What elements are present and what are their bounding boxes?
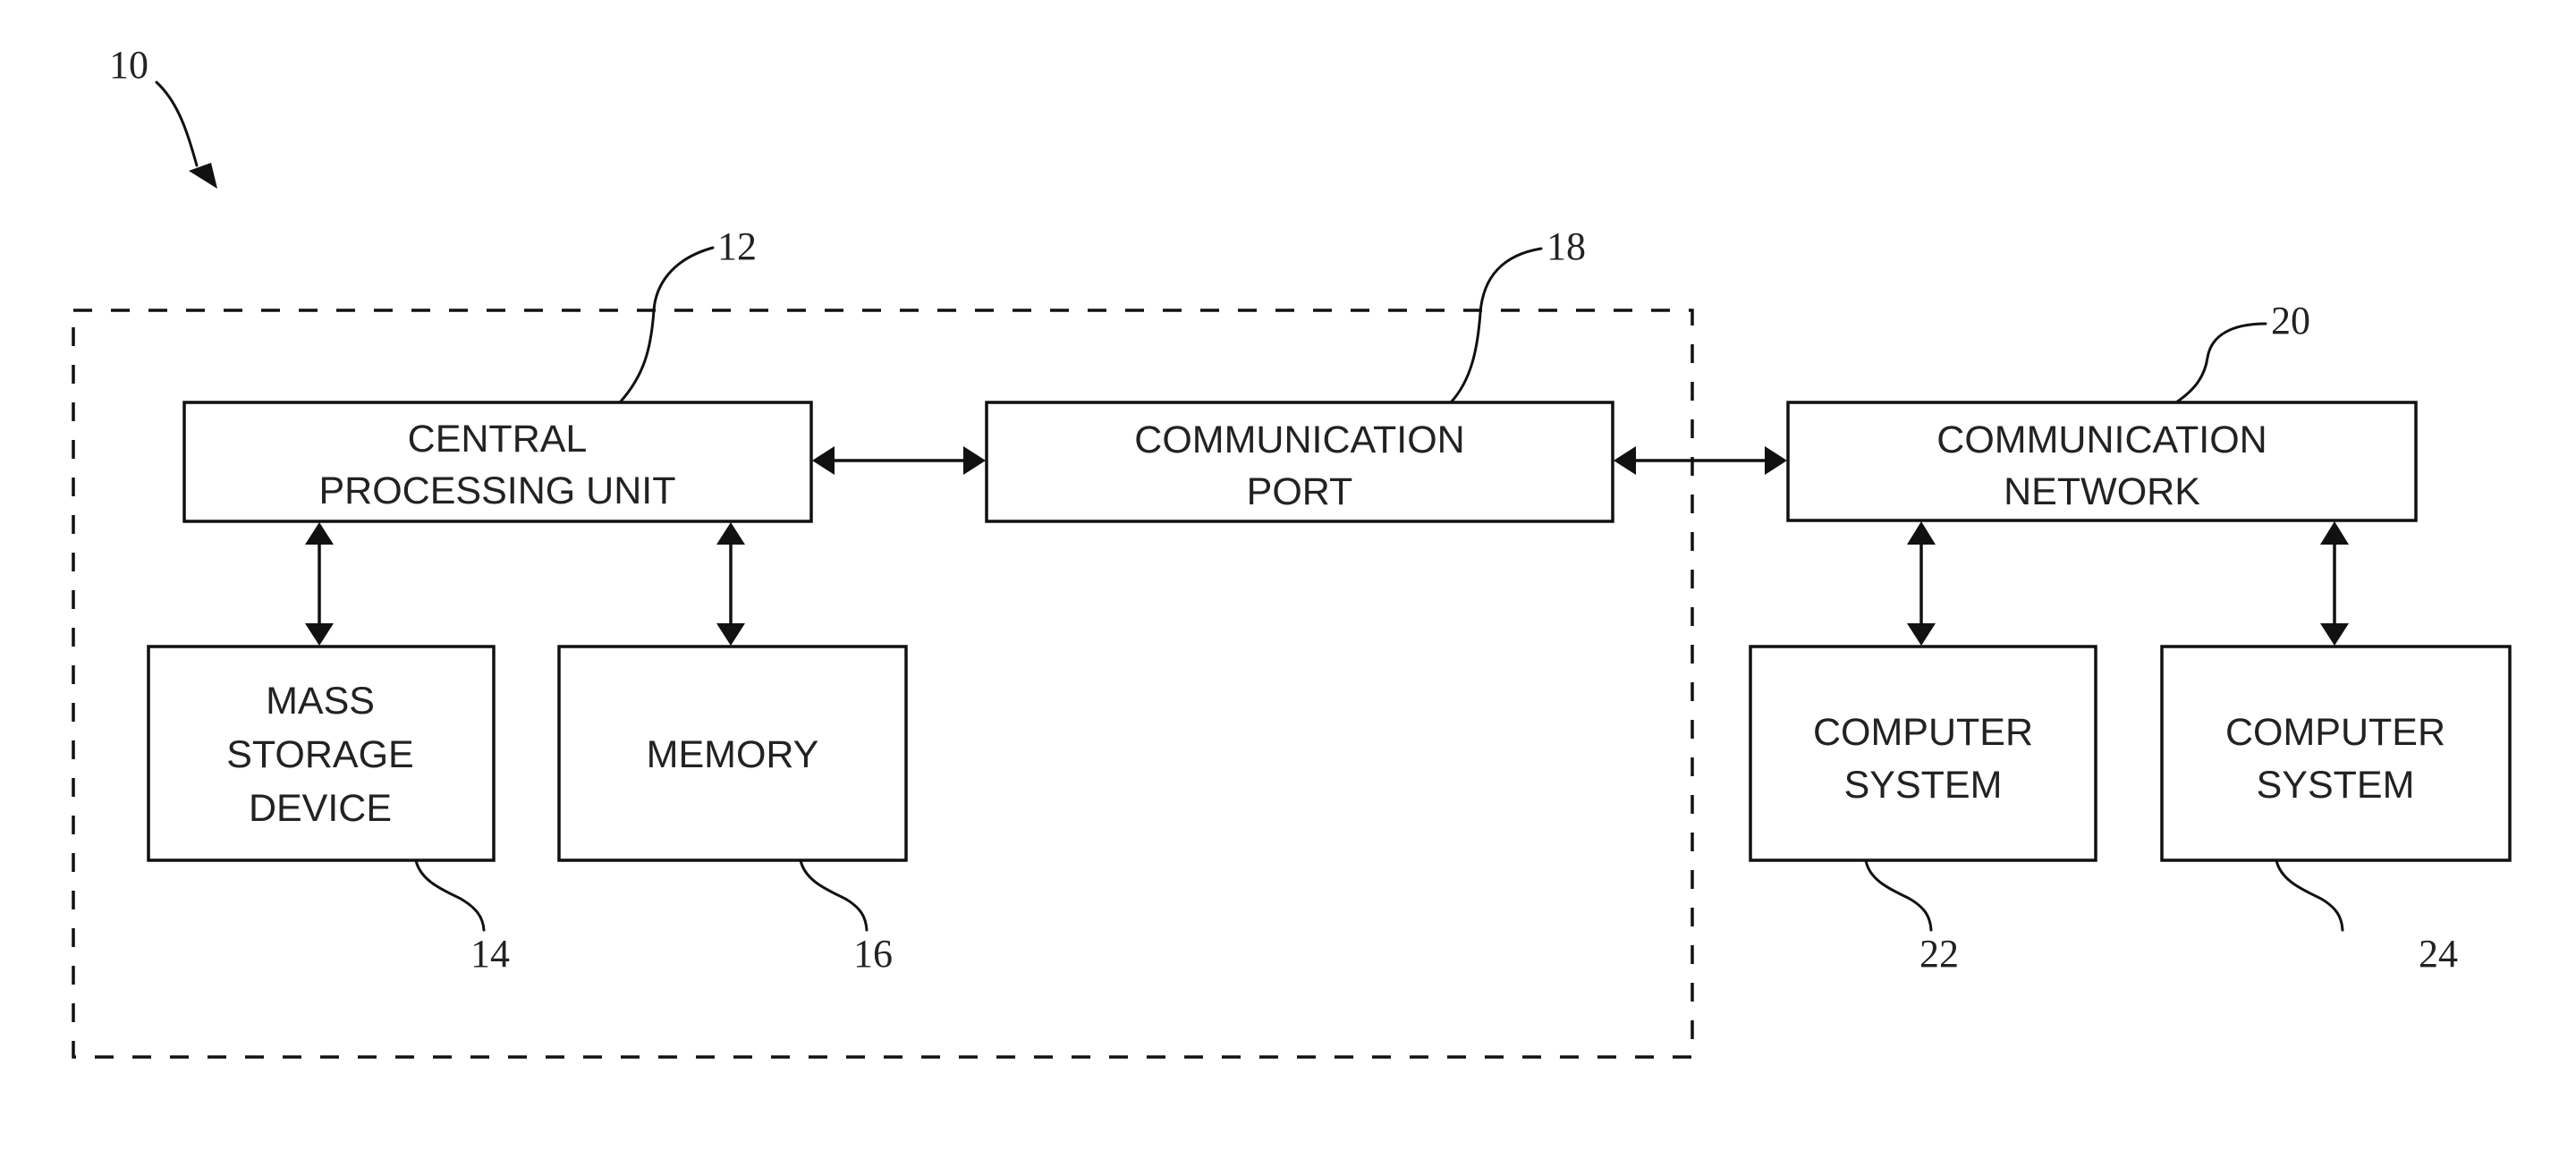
arrowhead-down-icon <box>305 623 334 646</box>
block-diagram: 10 CENTRAL PROCESSING UNIT 12 COMMUNICAT… <box>72 43 2512 1059</box>
block-comm-network[interactable]: COMMUNICATION NETWORK <box>1786 401 2418 522</box>
block-comm-port[interactable]: COMMUNICATION PORT <box>985 401 1614 523</box>
leader-line-24 <box>2275 858 2344 932</box>
ref-num-12: 12 <box>717 224 757 268</box>
block-computer-system-22[interactable]: COMPUTER SYSTEM <box>1749 645 2097 862</box>
connector-cpu-memory <box>716 522 745 646</box>
comm-network-label-line-2: NETWORK <box>2004 470 2200 513</box>
leader-line-12 <box>618 246 715 404</box>
ref-num-20: 20 <box>2271 299 2310 342</box>
connector-comm-port-comm-network <box>1614 446 1787 475</box>
ref-num-10: 10 <box>109 43 148 87</box>
system-reference: 10 <box>109 43 217 189</box>
arrowhead-down-icon <box>716 623 745 646</box>
block-memory[interactable]: MEMORY <box>557 645 908 862</box>
connector-network-computer-system-24 <box>2320 521 2349 646</box>
connector-cpu-comm-port <box>812 446 986 475</box>
leader-line-20 <box>2174 322 2267 404</box>
arrowhead-up-icon <box>1907 521 1936 545</box>
mass-storage-label-line-2: STORAGE <box>226 733 413 776</box>
arrowhead-down-icon <box>1907 623 1936 646</box>
computer-system-22-label-line-2: SYSTEM <box>1844 764 2003 807</box>
block-mass-storage[interactable]: MASS STORAGE DEVICE <box>147 645 496 862</box>
leader-line-16 <box>799 858 869 932</box>
leader-line-14 <box>414 858 486 932</box>
arrowhead-up-icon <box>716 522 745 545</box>
arrowhead-right-icon <box>963 446 986 475</box>
ref-num-14: 14 <box>470 932 510 976</box>
arrowhead-up-icon <box>2320 521 2349 545</box>
arrowhead-left-icon <box>812 446 835 475</box>
ref-num-16: 16 <box>853 932 893 976</box>
system-pointer-arrowhead-icon <box>189 163 217 189</box>
cpu-label-line-2: PROCESSING UNIT <box>319 469 676 512</box>
computer-system-24-label-line-2: SYSTEM <box>2257 764 2415 807</box>
block-cpu[interactable]: CENTRAL PROCESSING UNIT <box>182 401 813 523</box>
mass-storage-label-line-3: DEVICE <box>249 787 392 830</box>
ref-num-24: 24 <box>2419 932 2458 976</box>
mass-storage-label-line-1: MASS <box>266 680 375 723</box>
comm-network-label-line-1: COMMUNICATION <box>1936 419 2267 461</box>
ref-num-22: 22 <box>1919 932 1959 976</box>
leader-line-18 <box>1449 247 1543 404</box>
comm-port-label-line-1: COMMUNICATION <box>1134 419 1464 461</box>
ref-num-18: 18 <box>1546 224 1586 268</box>
arrowhead-right-icon <box>1765 446 1787 475</box>
computer-system-22-label-line-1: COMPUTER <box>1813 711 2033 754</box>
arrowhead-up-icon <box>305 522 334 545</box>
connector-network-computer-system-22 <box>1907 521 1936 646</box>
connector-cpu-mass-storage <box>305 522 334 646</box>
leader-line-22 <box>1864 858 1933 932</box>
computer-system-24-label-line-1: COMPUTER <box>2225 711 2445 754</box>
comm-port-label-line-2: PORT <box>1247 470 1353 513</box>
memory-label: MEMORY <box>647 733 819 776</box>
cpu-label-line-1: CENTRAL <box>408 418 588 461</box>
block-computer-system-24[interactable]: COMPUTER SYSTEM <box>2160 645 2512 862</box>
arrowhead-left-icon <box>1614 446 1636 475</box>
system-pointer-arrow-line <box>155 80 199 167</box>
arrowhead-down-icon <box>2320 623 2349 646</box>
